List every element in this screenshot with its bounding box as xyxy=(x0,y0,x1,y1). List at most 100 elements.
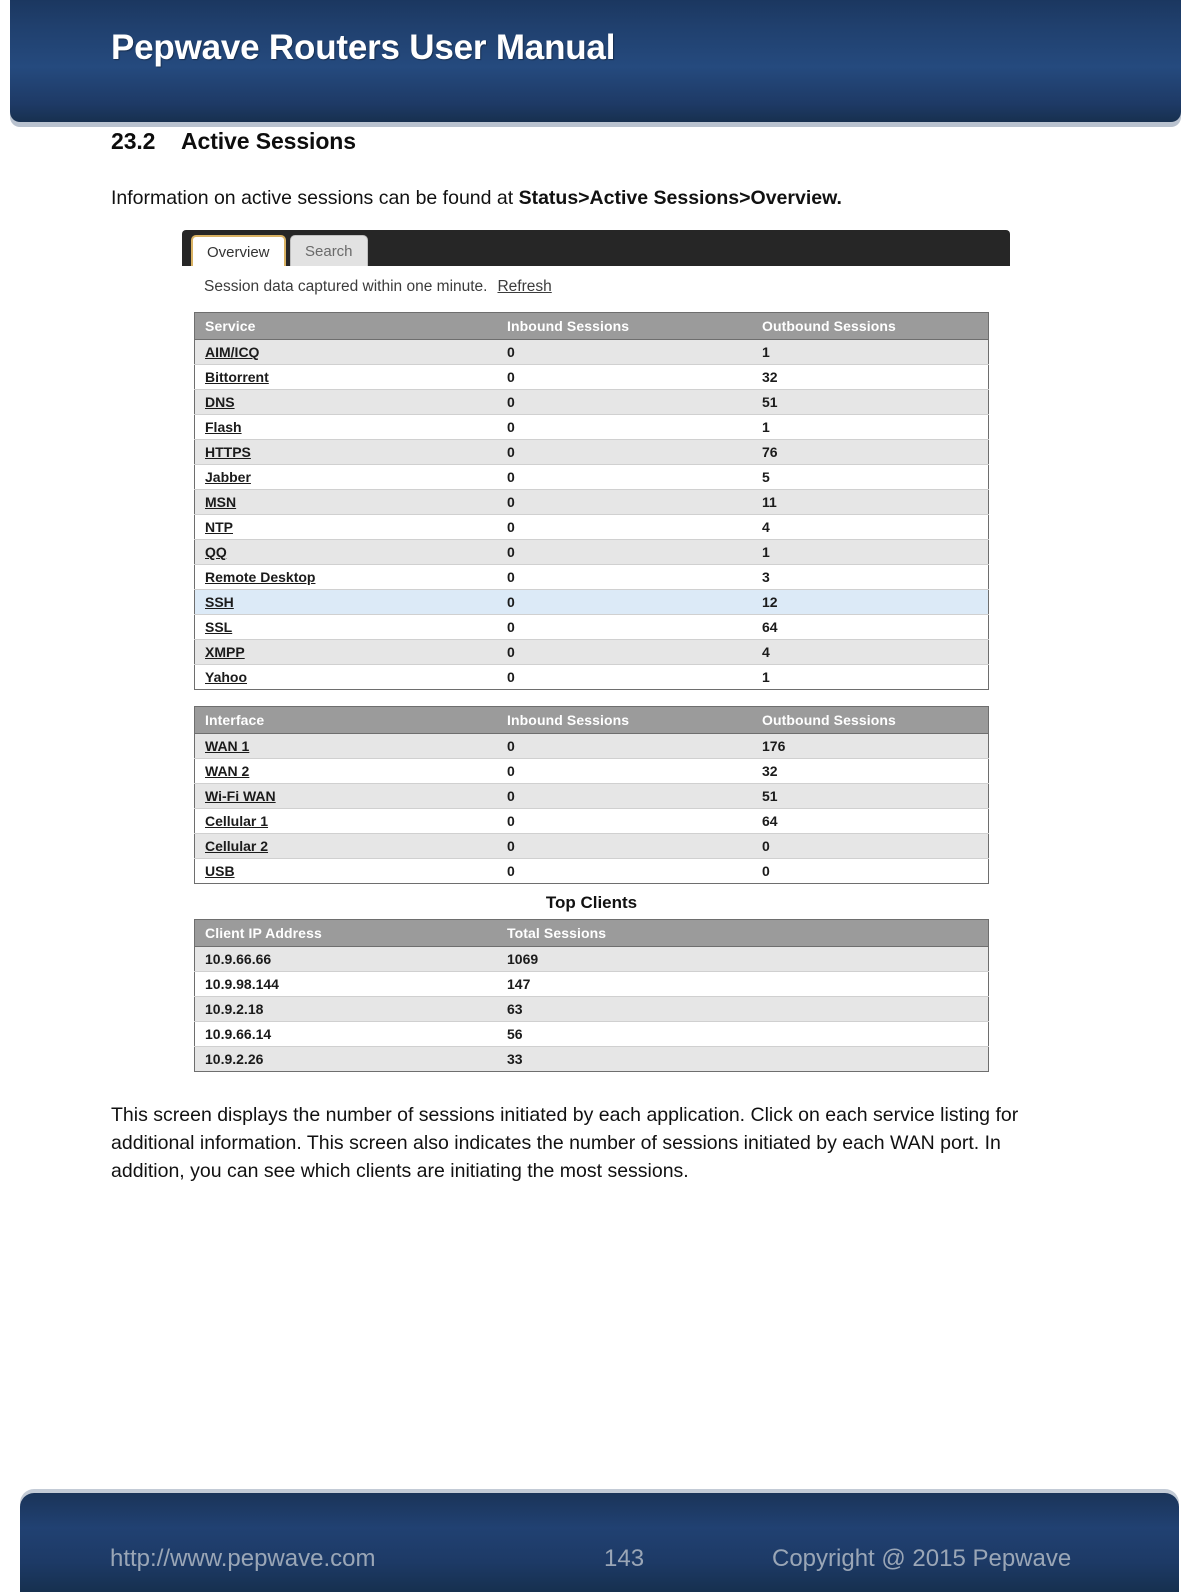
interface-link[interactable]: Cellular 1 xyxy=(205,813,268,829)
table-row[interactable]: Flash 0 1 xyxy=(194,414,989,441)
cell-client-ip: 10.9.66.14 xyxy=(194,1021,497,1048)
table-row[interactable]: 10.9.66.14 56 xyxy=(194,1021,989,1048)
cell-inbound: 0 xyxy=(497,733,752,760)
page-footer-band: http://www.pepwave.com 143 Copyright @ 2… xyxy=(20,1493,1179,1592)
table-row[interactable]: Yahoo 0 1 xyxy=(194,664,989,690)
table-row[interactable]: WAN 2 0 32 xyxy=(194,758,989,785)
table-row[interactable]: MSN 0 11 xyxy=(194,489,989,516)
table-header-row: Client IP Address Total Sessions xyxy=(194,919,989,948)
interface-link[interactable]: Wi-Fi WAN xyxy=(205,788,276,804)
cell-client-ip: 10.9.2.18 xyxy=(194,996,497,1023)
cell-inbound: 0 xyxy=(497,489,752,516)
service-table: Service Inbound Sessions Outbound Sessio… xyxy=(194,312,989,691)
cell-outbound: 64 xyxy=(752,808,989,835)
cell-outbound: 51 xyxy=(752,389,989,416)
service-link[interactable]: MSN xyxy=(205,494,236,510)
col-outbound-sessions: Outbound Sessions xyxy=(752,706,989,735)
cell-inbound: 0 xyxy=(497,414,752,441)
table-header-row: Service Inbound Sessions Outbound Sessio… xyxy=(194,312,989,341)
service-link[interactable]: Yahoo xyxy=(205,669,247,685)
service-link[interactable]: HTTPS xyxy=(205,444,251,460)
cell-inbound: 0 xyxy=(497,339,752,366)
service-link[interactable]: NTP xyxy=(205,519,233,535)
table-row[interactable]: DNS 0 51 xyxy=(194,389,989,416)
footer-page-number: 143 xyxy=(604,1545,645,1572)
tab-bar: Overview Search xyxy=(182,230,1010,267)
table-row[interactable]: WAN 1 0 176 xyxy=(194,733,989,760)
tab-overview[interactable]: Overview xyxy=(191,235,286,267)
refresh-link[interactable]: Refresh xyxy=(497,278,551,295)
interface-table: Interface Inbound Sessions Outbound Sess… xyxy=(194,706,989,885)
table-row[interactable]: XMPP 0 4 xyxy=(194,639,989,666)
cell-inbound: 0 xyxy=(497,589,752,616)
cell-inbound: 0 xyxy=(497,564,752,591)
cell-inbound: 0 xyxy=(497,389,752,416)
cell-outbound: 3 xyxy=(752,564,989,591)
cell-outbound: 51 xyxy=(752,783,989,810)
cell-outbound: 12 xyxy=(752,589,989,616)
table-row[interactable]: 10.9.66.66 1069 xyxy=(194,946,989,973)
service-link[interactable]: AIM/ICQ xyxy=(205,344,259,360)
table-header-row: Interface Inbound Sessions Outbound Sess… xyxy=(194,706,989,735)
page-title: Pepwave Routers User Manual xyxy=(111,28,616,67)
cell-outbound: 0 xyxy=(752,833,989,860)
interface-link[interactable]: WAN 1 xyxy=(205,738,249,754)
service-link[interactable]: QQ xyxy=(205,544,227,560)
table-row-highlighted[interactable]: SSH 0 12 xyxy=(194,589,989,616)
cell-client-ip: 10.9.2.26 xyxy=(194,1046,497,1072)
tab-search[interactable]: Search xyxy=(290,235,368,267)
cell-total-sessions: 33 xyxy=(497,1046,989,1072)
cell-outbound: 1 xyxy=(752,664,989,690)
table-row[interactable]: AIM/ICQ 0 1 xyxy=(194,339,989,366)
table-row[interactable]: Jabber 0 5 xyxy=(194,464,989,491)
service-link[interactable]: Flash xyxy=(205,419,242,435)
service-link[interactable]: Jabber xyxy=(205,469,251,485)
table-row[interactable]: Remote Desktop 0 3 xyxy=(194,564,989,591)
table-row[interactable]: Wi-Fi WAN 0 51 xyxy=(194,783,989,810)
table-row[interactable]: 10.9.2.18 63 xyxy=(194,996,989,1023)
cell-inbound: 0 xyxy=(497,364,752,391)
capture-note: Session data captured within one minute.… xyxy=(204,278,1012,296)
col-inbound-sessions: Inbound Sessions xyxy=(497,312,752,341)
cell-outbound: 1 xyxy=(752,414,989,441)
footer-copyright: Copyright @ 2015 Pepwave xyxy=(772,1545,1072,1572)
capture-note-text: Session data captured within one minute. xyxy=(204,278,488,296)
cell-total-sessions: 1069 xyxy=(497,946,989,973)
service-link[interactable]: DNS xyxy=(205,394,235,410)
table-row[interactable]: 10.9.2.26 33 xyxy=(194,1046,989,1072)
table-row[interactable]: NTP 0 4 xyxy=(194,514,989,541)
cell-inbound: 0 xyxy=(497,439,752,466)
interface-link[interactable]: WAN 2 xyxy=(205,763,249,779)
intro-text: Information on active sessions can be fo… xyxy=(111,187,519,209)
service-link[interactable]: SSH xyxy=(205,594,234,610)
service-link[interactable]: SSL xyxy=(205,619,232,635)
interface-link[interactable]: Cellular 2 xyxy=(205,838,268,854)
cell-outbound: 0 xyxy=(752,858,989,884)
intro-nav-path: Status>Active Sessions>Overview. xyxy=(518,187,842,209)
table-row[interactable]: Cellular 2 00 xyxy=(194,833,989,860)
col-service: Service xyxy=(194,312,497,341)
cell-outbound: 1 xyxy=(752,539,989,566)
cell-outbound: 5 xyxy=(752,464,989,491)
cell-inbound: 0 xyxy=(497,833,752,860)
service-link[interactable]: XMPP xyxy=(205,644,245,660)
service-link[interactable]: Remote Desktop xyxy=(205,569,315,585)
table-row[interactable]: 10.9.98.144 147 xyxy=(194,971,989,998)
cell-outbound: 64 xyxy=(752,614,989,641)
cell-outbound: 11 xyxy=(752,489,989,516)
cell-outbound: 176 xyxy=(752,733,989,760)
table-row[interactable]: SSL 0 64 xyxy=(194,614,989,641)
section-title: Active Sessions xyxy=(181,128,356,154)
cell-inbound: 0 xyxy=(497,858,752,884)
table-row[interactable]: QQ 0 1 xyxy=(194,539,989,566)
service-link[interactable]: Bittorrent xyxy=(205,369,269,385)
footer-url[interactable]: http://www.pepwave.com xyxy=(110,1545,375,1573)
cell-total-sessions: 56 xyxy=(497,1021,989,1048)
table-row[interactable]: USB 0 0 xyxy=(194,858,989,884)
table-row[interactable]: HTTPS 0 76 xyxy=(194,439,989,466)
table-row[interactable]: Cellular 1 0 64 xyxy=(194,808,989,835)
interface-link[interactable]: USB xyxy=(205,863,235,879)
table-row[interactable]: Bittorrent 0 32 xyxy=(194,364,989,391)
col-total-sessions: Total Sessions xyxy=(497,919,989,948)
cell-outbound: 4 xyxy=(752,639,989,666)
